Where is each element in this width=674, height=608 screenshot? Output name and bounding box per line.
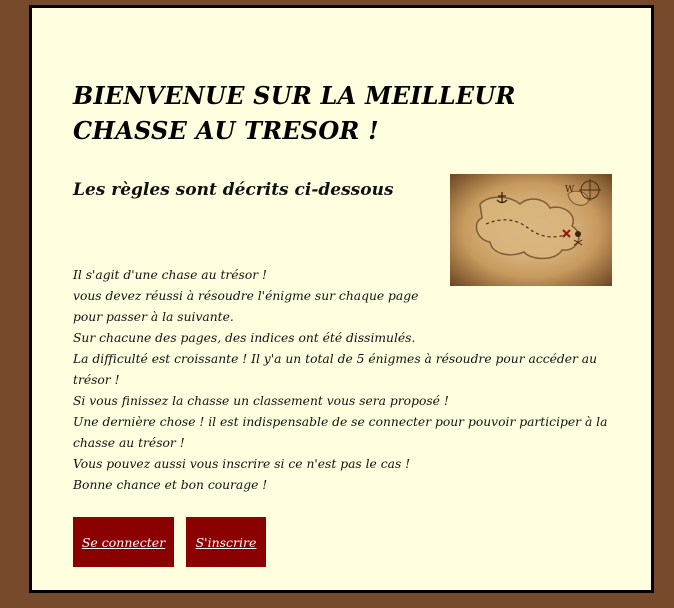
login-button[interactable]: Se connecter bbox=[73, 517, 174, 567]
rule-line: vous devez réussi à résoudre l'énigme su… bbox=[73, 289, 419, 324]
rule-line: Sur chacune des pages, des indices ont é… bbox=[73, 331, 416, 345]
rule-line: Bonne chance et bon courage ! bbox=[73, 478, 268, 492]
page-title: BIENVENUE SUR LA MEILLEUR CHASSE AU TRES… bbox=[73, 81, 516, 145]
rule-line: Il s'agit d'une chase au trésor ! bbox=[73, 268, 267, 282]
rule-line: Vous pouvez aussi vous inscrire si ce n'… bbox=[73, 457, 411, 471]
welcome-card: BIENVENUE SUR LA MEILLEUR CHASSE AU TRES… bbox=[29, 5, 654, 593]
rule-line: La difficulté est croissante ! Il y'a un… bbox=[73, 352, 598, 387]
svg-text:W: W bbox=[565, 185, 575, 195]
register-button[interactable]: S'inscrire bbox=[186, 517, 266, 567]
rules-subtitle: Les règles sont décrits ci-dessous bbox=[73, 180, 394, 200]
rule-line: Si vous finissez la chasse un classement… bbox=[73, 394, 449, 408]
rules-text: Il s'agit d'une chase au trésor ! vous d… bbox=[73, 265, 608, 496]
rule-line: Une dernière chose ! il est indispensabl… bbox=[73, 415, 608, 450]
